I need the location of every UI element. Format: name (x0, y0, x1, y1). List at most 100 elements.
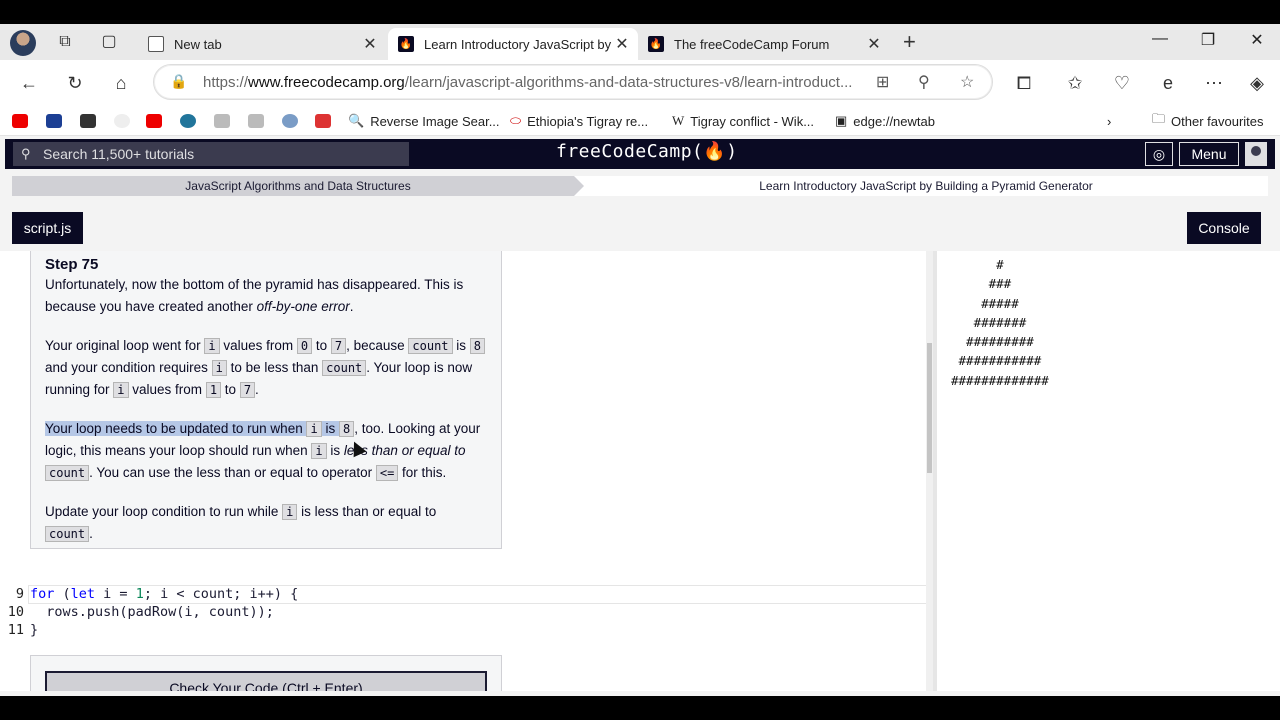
more-options-icon[interactable]: ⋯ (1202, 71, 1226, 95)
instruction-paragraph: Your original loop went for i values fro… (45, 335, 487, 401)
favourite-reverse-image[interactable]: 🔍 Reverse Image Sear... (348, 112, 500, 130)
user-avatar[interactable] (1245, 142, 1267, 166)
url-text: https://www.freecodecamp.org/learn/javas… (203, 74, 853, 91)
tab-title: Learn Introductory JavaScript by E (424, 36, 612, 52)
breadcrumb: JavaScript Algorithms and Data Structure… (12, 176, 1268, 196)
news-icon: ⬭ (510, 113, 522, 128)
favourite-tigray-wiki[interactable]: W Tigray conflict - Wik... (672, 112, 814, 130)
favorite-star-icon[interactable]: ☆ (960, 72, 974, 92)
search-input[interactable]: ⚲ Search 11,500+ tutorials (13, 142, 409, 166)
editor-pane: Step 75 Unfortunately, now the bottom of… (0, 251, 932, 691)
close-icon[interactable]: ✕ (612, 34, 632, 54)
chevron-right-icon[interactable]: › (1107, 112, 1111, 130)
other-favourites[interactable]: 🗀 Other favourites (1152, 111, 1264, 130)
profile-avatar[interactable] (10, 30, 36, 56)
pyramid-row: # (951, 257, 1004, 272)
favourite-ethiopia-tigray[interactable]: ⬭ Ethiopia's Tigray re... (510, 112, 648, 130)
favourite-label: Tigray conflict - Wik... (690, 113, 815, 129)
edge-icon[interactable]: e (1156, 71, 1180, 95)
browser-toolbar: ← ↻ ⌂ 🔒 https://www.freecodecamp.org/lea… (0, 60, 1280, 106)
other-favourites-label: Other favourites (1171, 113, 1264, 129)
browser-window: ⧉ ▢ New tab ✕ 🔥 Learn Introductory JavaS… (0, 24, 1280, 696)
scrollbar-thumb[interactable] (927, 343, 932, 473)
search-icon: 🔍 (348, 113, 365, 128)
home-icon[interactable]: ⌂ (109, 71, 133, 95)
globe-icon[interactable] (282, 112, 298, 130)
code-line[interactable]: for (let i = 1; i < count; i++) { (30, 586, 298, 602)
code-editor[interactable]: 9 10 11 for (let i = 1; i < count; i++) … (0, 585, 932, 641)
back-icon[interactable]: ← (17, 71, 41, 95)
instruction-paragraph: Unfortunately, now the bottom of the pyr… (45, 277, 464, 314)
breadcrumb-superblock[interactable]: JavaScript Algorithms and Data Structure… (12, 176, 584, 196)
close-icon[interactable]: ✕ (864, 34, 884, 54)
pyramid-row: ##### (951, 295, 1019, 311)
check-code-button[interactable]: Check Your Code (Ctrl + Enter) (45, 671, 487, 691)
line-number: 9 (15, 586, 24, 602)
tab-strip: ⧉ ▢ New tab ✕ 🔥 Learn Introductory JavaS… (0, 24, 1280, 60)
map-pin-icon[interactable] (315, 112, 331, 130)
zoom-icon[interactable]: ⚲ (918, 72, 930, 92)
refresh-icon[interactable]: ↻ (63, 71, 87, 95)
workspaces-icon[interactable]: ⧉ (55, 32, 75, 52)
lock-icon[interactable]: 🔒 (170, 73, 187, 90)
freecodecamp-icon: 🔥 (648, 36, 664, 52)
instruction-paragraph: Update your loop condition to run while … (45, 504, 437, 542)
step-title: Step 75 (45, 256, 99, 273)
favorites-icon[interactable]: ✩ (1063, 71, 1087, 95)
newtab-icon: ▣ (835, 113, 848, 128)
scrollbar[interactable] (926, 251, 933, 691)
code-line[interactable]: } (30, 622, 38, 638)
favourite-label: Ethiopia's Tigray re... (527, 113, 649, 129)
tab-fcc-forum[interactable]: 🔥 The freeCodeCamp Forum ✕ (638, 28, 890, 60)
medical-icon[interactable] (248, 112, 264, 130)
instructions-panel: Step 75 Unfortunately, now the bottom of… (30, 251, 502, 549)
pyramid-output: # ### ##### ####### ######### ##########… (951, 255, 1049, 390)
search-icon: ⚲ (21, 146, 31, 161)
freecodecamp-icon: 🔥 (398, 36, 414, 52)
pyramid-row: ######### (951, 334, 1034, 350)
medical-icon[interactable] (214, 112, 230, 130)
favourite-edge-newtab[interactable]: ▣ edge://newtab (835, 112, 935, 130)
tab-actions-icon[interactable]: ▢ (99, 32, 119, 52)
blank-icon[interactable] (114, 112, 130, 130)
new-tab-button[interactable]: + (903, 29, 916, 55)
menu-button[interactable]: Menu (1179, 142, 1239, 166)
address-bar[interactable]: 🔒 https://www.freecodecamp.org/learn/jav… (153, 64, 993, 100)
minimize-icon[interactable]: — (1148, 30, 1172, 48)
tab-learn-javascript[interactable]: 🔥 Learn Introductory JavaScript by E ✕ (388, 28, 638, 60)
or-icon[interactable] (80, 112, 96, 130)
console-preview: # ### ##### ####### ######### ##########… (937, 251, 1280, 691)
tab-script-js[interactable]: script.js (12, 212, 83, 244)
extensions-icon[interactable]: ⧠ (1012, 71, 1036, 95)
close-window-icon[interactable]: ✕ (1245, 30, 1269, 50)
pyramid-row: ### (951, 276, 1012, 292)
wordpress-icon[interactable] (180, 112, 196, 130)
favourite-label: edge://newtab (853, 113, 935, 129)
tab-title: The freeCodeCamp Forum (674, 36, 830, 52)
eu-flag-icon[interactable] (46, 112, 62, 130)
favourite-label: Reverse Image Sear... (370, 113, 500, 129)
copilot-icon[interactable]: ◈ (1245, 71, 1269, 95)
breadcrumb-block[interactable]: Learn Introductory JavaScript by Buildin… (584, 176, 1268, 196)
folder-icon: 🗀 (1152, 111, 1166, 126)
youtube-icon[interactable] (12, 112, 28, 130)
globe-icon[interactable]: ◎ (1145, 142, 1173, 166)
tab-title: New tab (174, 36, 222, 52)
action-panel: Check Your Code (Ctrl + Enter) (30, 655, 502, 691)
code-line[interactable]: rows.push(padRow(i, count)); (30, 604, 274, 620)
line-number: 10 (7, 604, 24, 620)
youtube-icon[interactable] (146, 112, 162, 130)
app-available-icon[interactable]: ⊞ (876, 72, 889, 92)
newtab-icon (148, 36, 164, 52)
restore-icon[interactable]: ❐ (1196, 30, 1220, 50)
browser-essentials-icon[interactable]: ♡ (1110, 71, 1134, 95)
tab-new-tab[interactable]: New tab ✕ (138, 28, 386, 60)
favourites-bar: 🔍 Reverse Image Sear... ⬭ Ethiopia's Tig… (0, 106, 1280, 136)
pyramid-row: ########### (951, 353, 1042, 369)
instruction-paragraph: Your loop needs to be updated to run whe… (45, 421, 481, 481)
tab-console[interactable]: Console (1187, 212, 1261, 244)
pyramid-row: ############# (951, 372, 1049, 388)
fcc-logo[interactable]: freeCodeCamp(🔥) (556, 141, 738, 162)
search-placeholder: Search 11,500+ tutorials (43, 146, 195, 162)
close-icon[interactable]: ✕ (360, 34, 380, 54)
